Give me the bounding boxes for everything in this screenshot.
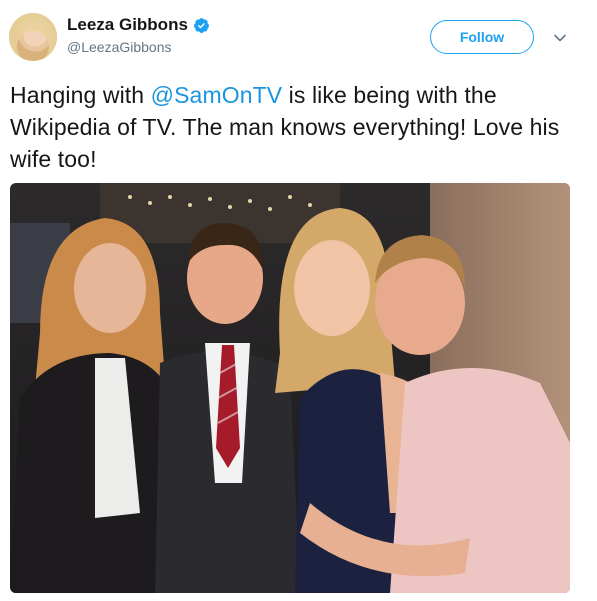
verified-badge-icon: [193, 17, 209, 33]
follow-button[interactable]: Follow: [430, 20, 534, 54]
chevron-down-icon[interactable]: [552, 30, 568, 46]
author-handle[interactable]: @LeezaGibbons: [67, 39, 172, 55]
author-avatar[interactable]: [9, 13, 57, 61]
avatar-hair: [9, 13, 57, 61]
tweet-text-start: Hanging with: [10, 82, 151, 108]
photo-illustration: [10, 183, 570, 593]
mention-link[interactable]: @SamOnTV: [151, 82, 283, 108]
tweet-photo[interactable]: [10, 183, 570, 593]
author-name[interactable]: Leeza Gibbons: [67, 15, 188, 35]
author-name-row[interactable]: Leeza Gibbons: [67, 15, 210, 35]
tweet-text: Hanging with @SamOnTV is like being with…: [10, 79, 580, 175]
